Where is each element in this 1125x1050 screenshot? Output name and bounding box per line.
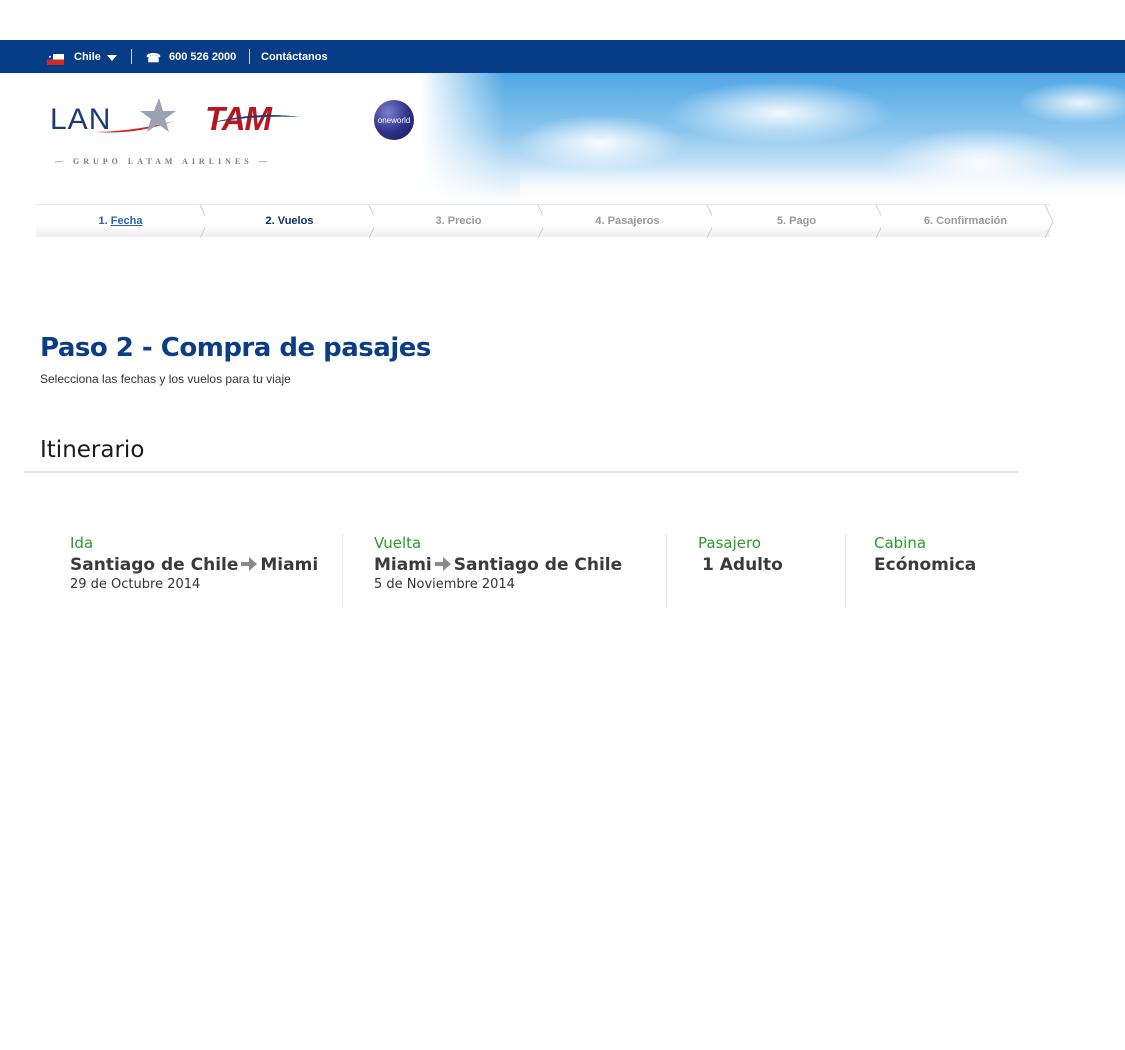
- step-number: 5.: [776, 215, 787, 227]
- step-label: Pago: [789, 215, 817, 227]
- return-label: Vuelta: [374, 534, 422, 552]
- page-title: Paso 2 - Compra de pasajes: [40, 333, 431, 363]
- tam-swoosh-icon: [210, 115, 300, 123]
- step-number: 1.: [98, 215, 108, 227]
- cabin-label: Cabina: [874, 534, 927, 552]
- step-fecha[interactable]: 1. Fecha: [36, 204, 209, 238]
- step-pasajeros: 4. Pasajeros: [543, 204, 716, 238]
- section-divider: [24, 471, 1018, 473]
- step-number: 6.: [923, 215, 934, 227]
- outbound-date: 29 de Octubre 2014: [70, 577, 201, 592]
- caret-down-icon[interactable]: [107, 55, 117, 61]
- phone-icon: ☎: [146, 51, 161, 65]
- itinerary-return: Vuelta Miami Santiago de Chile 5 de Novie…: [374, 534, 622, 608]
- itinerary-heading: Itinerario: [40, 437, 145, 463]
- outbound-destination: Miami: [260, 555, 319, 575]
- step-label: Pasajeros: [607, 215, 660, 227]
- step-confirmacion: 6. Confirmación: [881, 204, 1054, 238]
- booking-steps: 1. Fecha 2. Vuelos 3. Precio 4. Pasajero…: [36, 204, 1054, 238]
- lan-star-icon: [140, 98, 176, 132]
- chevron-right-icon: [1044, 205, 1054, 238]
- column-divider: [666, 534, 667, 608]
- step-number: 2.: [265, 215, 275, 227]
- chile-flag-icon: [47, 54, 64, 65]
- page-subtitle: Selecciona las fechas y los vuelos para …: [40, 372, 291, 386]
- outbound-label: Ida: [70, 534, 94, 552]
- step-pago: 5. Pago: [712, 204, 885, 238]
- divider: [249, 49, 250, 64]
- group-tagline: — GRUPO LATAM AIRLINES —: [55, 157, 271, 166]
- return-destination: Santiago de Chile: [453, 555, 623, 575]
- step-label: Vuelos: [277, 215, 314, 227]
- top-bar: Chile ☎ 600 526 2000 Contáctanos: [0, 40, 1125, 73]
- step-label: Precio: [447, 215, 482, 227]
- outbound-route: Santiago de Chile Miami: [70, 555, 318, 575]
- cabin-class: Ecónomica: [874, 555, 977, 575]
- contact-link[interactable]: Contáctanos: [261, 51, 328, 63]
- step-number: 3.: [435, 215, 445, 227]
- step-label[interactable]: Fecha: [111, 215, 143, 227]
- phone-number: 600 526 2000: [169, 51, 237, 63]
- passenger-label: Pasajero: [698, 534, 761, 552]
- step-label: Confirmación: [936, 215, 1008, 227]
- return-route: Miami Santiago de Chile: [374, 555, 622, 575]
- oneworld-label: oneworld: [377, 115, 411, 125]
- arrow-right-icon: [434, 557, 451, 571]
- itinerary-cabin: Cabina Ecónomica: [874, 534, 976, 608]
- step-precio: 3. Precio: [374, 204, 547, 238]
- column-divider: [845, 534, 846, 608]
- step-number: 4.: [595, 215, 605, 227]
- site-header: LAN TAM oneworld — GRUPO LATAM AIRLINES …: [0, 73, 1125, 203]
- passenger-count: 1 Adulto: [702, 555, 783, 575]
- step-vuelos: 2. Vuelos: [205, 204, 378, 238]
- itinerary-passenger: Pasajero 1 Adulto: [698, 534, 783, 608]
- country-selector[interactable]: Chile: [74, 51, 101, 63]
- itinerary-outbound: Ida Santiago de Chile Miami 29 de Octubre…: [70, 534, 318, 608]
- outbound-origin: Santiago de Chile: [70, 555, 239, 575]
- divider: [131, 49, 132, 64]
- return-date: 5 de Noviembre 2014: [374, 577, 515, 592]
- column-divider: [342, 534, 343, 608]
- cloud-fade: [520, 168, 1125, 203]
- return-origin: Miami: [374, 555, 432, 575]
- arrow-right-icon: [241, 557, 258, 571]
- oneworld-logo[interactable]: oneworld: [374, 100, 414, 140]
